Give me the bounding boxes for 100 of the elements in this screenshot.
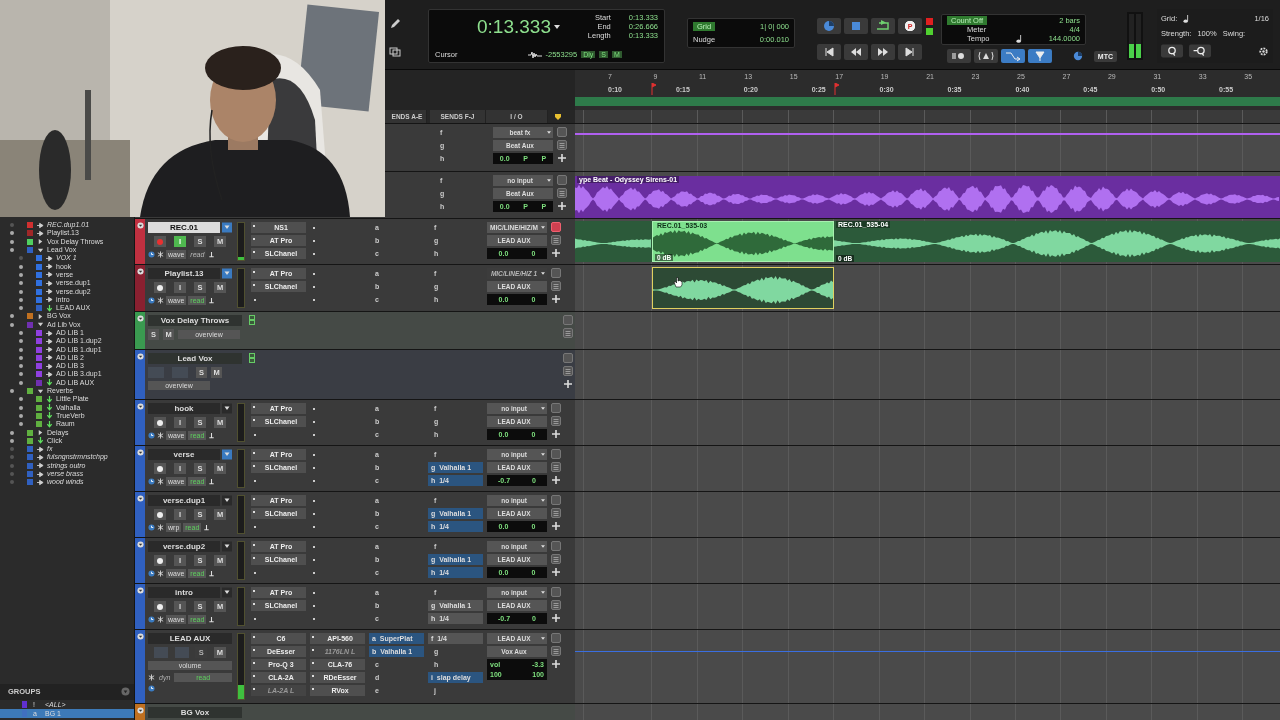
playlist-menu-icon[interactable]	[222, 449, 232, 460]
collapse-icon[interactable]	[136, 707, 144, 714]
expanded-triangle-icon[interactable]	[37, 387, 44, 395]
record-square-icon[interactable]	[551, 222, 561, 232]
playlist-menu-icon[interactable]	[222, 541, 232, 552]
visibility-dot[interactable]	[10, 463, 14, 468]
visibility-dot[interactable]	[10, 438, 14, 443]
add-icon[interactable]	[551, 248, 561, 258]
add-icon[interactable]	[551, 429, 561, 439]
visibility-dot[interactable]	[19, 422, 23, 427]
window-icon[interactable]	[389, 46, 401, 58]
collapsed-triangle-icon[interactable]	[37, 429, 44, 437]
mode-button[interactable]	[1027, 49, 1052, 63]
list-icon[interactable]	[563, 366, 573, 376]
pin-icon[interactable]	[208, 478, 216, 485]
list-icon[interactable]	[551, 416, 561, 426]
visibility-dot[interactable]	[19, 397, 23, 402]
pin-icon[interactable]	[208, 432, 216, 439]
add-icon[interactable]	[551, 613, 561, 623]
playlist-menu-icon[interactable]	[222, 268, 232, 279]
visibility-dot[interactable]	[10, 472, 14, 477]
visibility-dot[interactable]	[10, 480, 14, 485]
visibility-dot[interactable]	[19, 306, 23, 311]
record-enable-button[interactable]	[154, 555, 166, 566]
track-name[interactable]: Vox Delay Throws	[148, 315, 242, 326]
collapse-icon[interactable]	[136, 268, 144, 275]
record-enable-button[interactable]	[154, 509, 166, 520]
collapse-icon[interactable]	[136, 495, 144, 502]
note-icon[interactable]	[1015, 34, 1023, 43]
collapse-icon[interactable]	[136, 222, 144, 229]
menu-icon[interactable]	[121, 687, 130, 696]
collapsed-triangle-icon[interactable]	[37, 238, 44, 246]
visibility-dot[interactable]	[10, 430, 14, 435]
visibility-dot[interactable]	[19, 339, 23, 344]
playlist-menu-icon[interactable]	[222, 403, 232, 414]
track-name[interactable]: intro	[148, 587, 220, 598]
track-name[interactable]: Playlist.13	[148, 268, 220, 279]
visibility-dot[interactable]	[19, 264, 23, 269]
visibility-dot[interactable]	[10, 455, 14, 460]
add-icon[interactable]	[557, 201, 567, 211]
collapse-icon[interactable]	[136, 315, 144, 322]
snowflake-icon[interactable]	[157, 297, 164, 304]
collapse-icon[interactable]	[136, 449, 144, 456]
visibility-dot[interactable]	[10, 239, 14, 244]
visibility-dot[interactable]	[19, 364, 23, 369]
caret-icon[interactable]	[553, 24, 560, 29]
pin-icon[interactable]	[208, 570, 216, 577]
audio-clip[interactable]	[652, 267, 834, 309]
list-icon[interactable]	[551, 281, 561, 291]
expanded-triangle-icon[interactable]	[37, 321, 44, 329]
record-enable-button[interactable]	[154, 282, 166, 293]
snowflake-icon[interactable]	[157, 432, 164, 439]
collapse-icon[interactable]	[136, 541, 144, 548]
list-icon[interactable]	[557, 140, 567, 150]
note-icon[interactable]	[1183, 14, 1191, 23]
go-to-end-icon[interactable]	[898, 44, 922, 60]
mode-button[interactable]	[973, 49, 998, 63]
track-name[interactable]: verse	[148, 449, 220, 460]
audio-clip[interactable]	[575, 221, 652, 262]
clock-icon[interactable]	[148, 685, 155, 692]
visibility-dot[interactable]	[19, 256, 23, 261]
list-icon[interactable]	[551, 235, 561, 245]
clock-icon[interactable]	[148, 616, 155, 623]
rewind-icon[interactable]	[844, 44, 868, 60]
record-enable-button[interactable]	[154, 601, 166, 612]
mode-button[interactable]	[947, 49, 971, 63]
selection-end-marker[interactable]	[834, 83, 840, 95]
fast-forward-icon[interactable]	[871, 44, 895, 60]
visibility-dot[interactable]	[10, 231, 14, 236]
visibility-dot[interactable]	[19, 372, 23, 377]
quantize-icon[interactable]	[1161, 44, 1183, 58]
pin-icon[interactable]	[208, 616, 216, 623]
pin-icon[interactable]	[203, 524, 211, 531]
visibility-dot[interactable]	[19, 331, 23, 335]
track-name[interactable]: verse.dup1	[148, 495, 220, 506]
snowflake-icon[interactable]	[157, 524, 164, 531]
collapse-icon[interactable]	[136, 587, 144, 594]
pin-icon[interactable]	[208, 297, 216, 304]
zoom-icon[interactable]	[1189, 44, 1211, 58]
list-icon[interactable]	[557, 188, 567, 198]
clock-icon[interactable]	[148, 478, 155, 485]
visibility-dot[interactable]	[10, 314, 14, 319]
settings-icon[interactable]	[1258, 45, 1269, 57]
list-icon[interactable]	[563, 328, 573, 338]
visibility-dot[interactable]	[19, 272, 23, 277]
list-icon[interactable]	[551, 508, 561, 518]
snowflake-icon[interactable]	[157, 616, 164, 623]
stop-icon[interactable]	[844, 18, 868, 34]
visibility-dot[interactable]	[19, 405, 23, 410]
visibility-dot[interactable]	[10, 223, 14, 228]
visibility-dot[interactable]	[19, 413, 23, 418]
playlist-menu-icon[interactable]	[222, 587, 232, 598]
visibility-dot[interactable]	[19, 297, 23, 302]
record-enable-button[interactable]	[154, 463, 166, 474]
pie-icon[interactable]	[1072, 51, 1083, 61]
visibility-dot[interactable]	[19, 347, 23, 352]
visibility-dot[interactable]	[19, 289, 23, 294]
add-icon[interactable]	[551, 659, 561, 669]
add-icon[interactable]	[557, 153, 567, 163]
snowflake-icon[interactable]	[157, 478, 164, 485]
